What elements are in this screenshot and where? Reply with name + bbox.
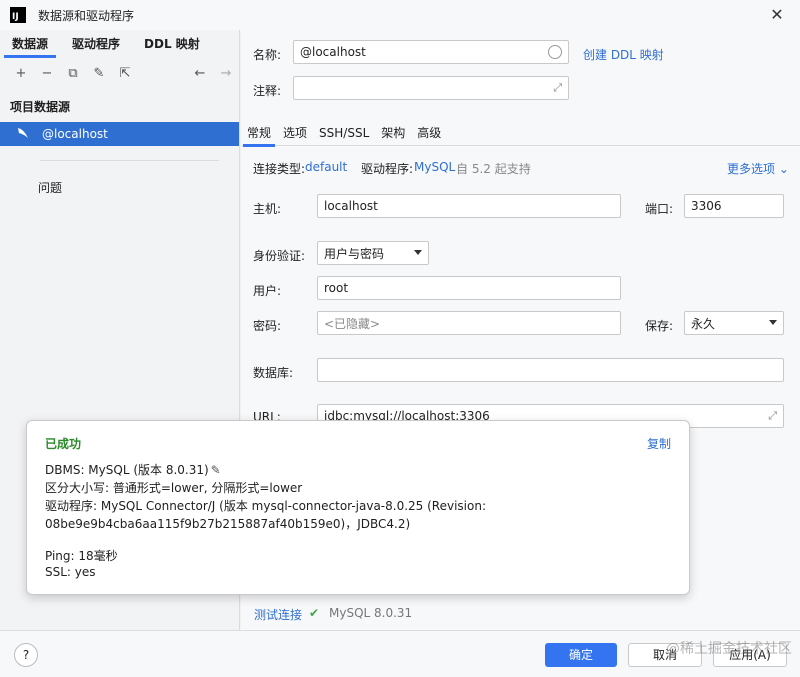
tab-drivers[interactable]: 驱动程序 [60, 35, 132, 58]
chevron-down-icon: ⌄ [775, 162, 789, 176]
duplicate-icon[interactable]: ⧉ [60, 62, 86, 84]
settings-tabs: 常规 选项 SSH/SSL 架构 高级 [241, 120, 800, 147]
window-title: 数据源和驱动程序 [38, 8, 135, 23]
tab-advanced[interactable]: 高级 [411, 120, 447, 146]
divider [40, 160, 219, 161]
tab-ssh-ssl[interactable]: SSH/SSL [313, 120, 375, 146]
title-bar: IJ 数据源和驱动程序 ✕ [0, 0, 800, 30]
tab-ddl-mappings[interactable]: DDL 映射 [132, 35, 212, 58]
mysql-dolphin-icon [16, 126, 32, 143]
copy-link[interactable]: 复制 [647, 435, 671, 452]
driver-link[interactable]: MySQL [414, 160, 455, 174]
driver-label: 驱动程序: [361, 162, 414, 176]
check-icon: ✔ [309, 606, 320, 620]
save-label: 保存: [645, 319, 674, 333]
host-input[interactable]: localhost [317, 194, 621, 218]
data-source-label: @localhost [42, 127, 108, 141]
ok-button[interactable]: 确定 [545, 643, 617, 667]
expand-icon[interactable]: ⤢ [553, 81, 562, 95]
ping-line: Ping: 18毫秒 [45, 549, 118, 563]
tab-options[interactable]: 选项 [277, 120, 313, 146]
name-input[interactable]: @localhost [293, 40, 569, 64]
save-select[interactable]: 永久 [684, 311, 784, 335]
help-button[interactable]: ? [14, 643, 38, 667]
name-label: 名称: [253, 48, 282, 62]
more-options-link[interactable]: 更多选项 ⌄ [727, 160, 789, 177]
back-arrow-icon[interactable]: ← [187, 62, 213, 84]
comment-input[interactable]: ⤢ [293, 76, 569, 100]
dropdown-arrow-icon [769, 320, 777, 325]
driver-note: 自 5.2 起支持 [456, 162, 531, 176]
dbms-line: DBMS: MySQL (版本 8.0.31) ✎ [45, 463, 221, 477]
database-label: 数据库: [253, 366, 294, 380]
project-data-sources-header: 项目数据源 [10, 100, 71, 114]
driver-line-1: 驱动程序: MySQL Connector/J (版本 mysql-connec… [45, 499, 486, 513]
comment-label: 注释: [253, 84, 282, 98]
problems-item[interactable]: 问题 [0, 179, 239, 196]
connection-type-link[interactable]: default [305, 160, 347, 174]
apply-button[interactable]: 应用(A) [713, 643, 787, 667]
data-source-item-localhost[interactable]: @localhost [0, 122, 239, 146]
port-label: 端口: [645, 202, 674, 216]
user-label: 用户: [253, 284, 282, 298]
app-logo-icon: IJ [10, 7, 26, 23]
left-toolbar: + − ⧉ ✎ ⇱ ← → [0, 58, 239, 88]
color-circle-icon[interactable] [548, 45, 562, 59]
password-input[interactable]: <已隐藏> [317, 311, 621, 335]
user-input[interactable]: root [317, 276, 621, 300]
tab-schemas[interactable]: 架构 [375, 120, 411, 146]
popup-title: 已成功 [45, 437, 82, 451]
tab-general[interactable]: 常规 [241, 120, 277, 147]
wrench-icon[interactable]: ✎ [86, 62, 112, 84]
add-icon[interactable]: + [8, 62, 34, 84]
host-label: 主机: [253, 202, 282, 216]
password-label: 密码: [253, 319, 282, 333]
test-connection-link[interactable]: 测试连接 [254, 606, 302, 623]
create-ddl-mapping-link[interactable]: 创建 DDL 映射 [583, 46, 664, 63]
ssl-line: SSL: yes [45, 565, 96, 579]
auth-label: 身份验证: [253, 249, 306, 263]
case-line: 区分大小写: 普通形式=lower, 分隔形式=lower [45, 481, 303, 495]
auth-select[interactable]: 用户与密码 [317, 241, 429, 265]
bottom-bar: ? 确定 取消 应用(A) [0, 630, 800, 677]
expand-icon[interactable]: ⤢ [768, 409, 777, 423]
driver-line-2: 08be9e9b4cba6aa115f9b27b215887af40b159e0… [45, 517, 411, 531]
connection-success-popup: 已成功 复制 DBMS: MySQL (版本 8.0.31) ✎ 区分大小写: 普… [26, 420, 690, 595]
export-icon[interactable]: ⇱ [112, 62, 138, 84]
pencil-icon[interactable]: ✎ [211, 463, 221, 477]
dropdown-arrow-icon [414, 250, 422, 255]
port-input[interactable]: 3306 [684, 194, 784, 218]
cancel-button[interactable]: 取消 [628, 643, 702, 667]
forward-arrow-icon[interactable]: → [213, 62, 239, 84]
database-input[interactable] [317, 358, 784, 382]
test-result-text: MySQL 8.0.31 [329, 606, 413, 620]
close-icon[interactable]: ✕ [768, 6, 786, 24]
connection-type-label: 连接类型: [253, 162, 306, 176]
remove-icon[interactable]: − [34, 62, 60, 84]
tab-data-sources[interactable]: 数据源 [0, 35, 60, 58]
left-tabs: 数据源 驱动程序 DDL 映射 [0, 30, 239, 58]
